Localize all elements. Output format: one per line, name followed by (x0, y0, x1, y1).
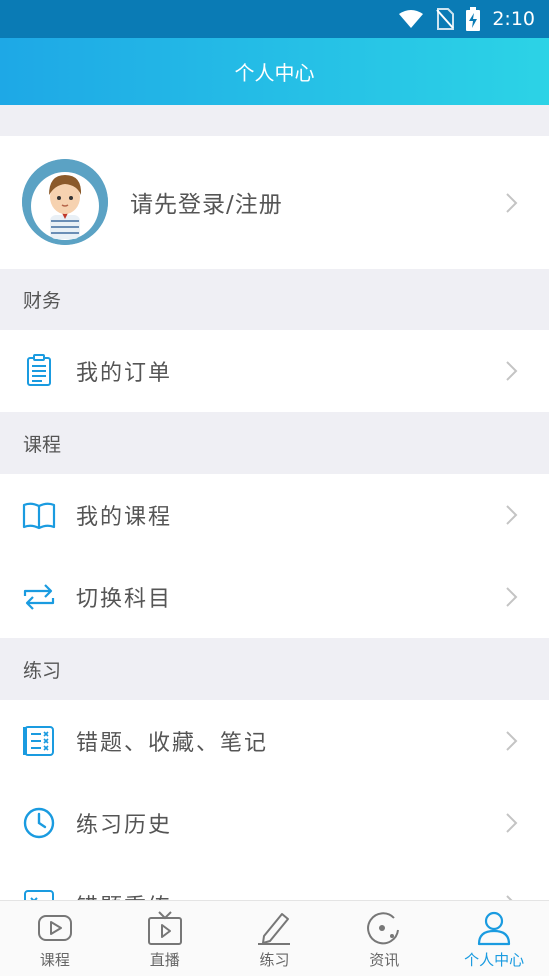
scroll-content[interactable]: 请先登录/注册 财务 我的订单 课程 我的课程 切换科目 练习 错题、收藏、笔记… (0, 105, 549, 900)
open-book-icon (22, 502, 56, 530)
wifi-icon (399, 10, 424, 28)
status-bar: 2:10 (0, 0, 549, 38)
menu-item-label: 练习历史 (76, 813, 173, 838)
section-header-finance: 财务 (0, 269, 549, 329)
section-header-course: 课程 (0, 413, 549, 473)
tab-label: 课程 (39, 951, 70, 969)
retry-icon (24, 890, 54, 900)
tab-courses[interactable]: 课程 (0, 901, 110, 976)
menu-item-practice-history[interactable]: 练习历史 (0, 782, 549, 864)
menu-item-my-courses[interactable]: 我的课程 (0, 474, 549, 556)
chevron-right-icon (506, 813, 518, 833)
avatar (22, 159, 108, 245)
switch-arrows-icon (23, 584, 55, 610)
clock-time: 2:10 (492, 8, 535, 30)
person-icon (477, 911, 511, 946)
video-play-icon (37, 915, 72, 941)
chevron-right-icon (506, 587, 518, 607)
news-disc-icon (367, 912, 400, 945)
section-header-practice: 练习 (0, 639, 549, 699)
clipboard-icon (27, 354, 51, 386)
section-title: 课程 (23, 433, 62, 456)
tab-label: 直播 (149, 951, 180, 969)
battery-charging-icon (466, 7, 481, 31)
tv-live-icon (147, 911, 182, 945)
menu-item-label: 切换科目 (76, 587, 173, 612)
menu-item-label: 我的订单 (76, 361, 173, 386)
checklist-icon (23, 726, 54, 756)
menu-item-label: 我的课程 (76, 505, 173, 530)
menu-item-mistakes-favorites-notes[interactable]: 错题、收藏、笔记 (0, 700, 549, 782)
tab-profile[interactable]: 个人中心 (439, 901, 549, 976)
pencil-icon (258, 913, 291, 945)
clock-icon (23, 807, 55, 839)
tab-label: 练习 (259, 951, 290, 969)
boy-avatar-icon (22, 159, 108, 245)
menu-item-retry-mistakes[interactable]: 错题重练 (0, 864, 549, 900)
menu-item-label: 错题、收藏、笔记 (76, 731, 269, 756)
tab-label: 资讯 (369, 951, 400, 969)
chevron-right-icon (506, 731, 518, 751)
tab-news[interactable]: 资讯 (329, 901, 439, 976)
section-title: 练习 (23, 659, 62, 682)
tab-live[interactable]: 直播 (110, 901, 220, 976)
chevron-right-icon (506, 193, 518, 213)
no-sim-icon (436, 8, 455, 30)
chevron-right-icon (506, 361, 518, 381)
page-title: 个人中心 (234, 61, 315, 85)
menu-item-switch-subject[interactable]: 切换科目 (0, 556, 549, 638)
tab-practice[interactable]: 练习 (220, 901, 330, 976)
section-title: 财务 (23, 289, 62, 312)
login-register-link[interactable]: 请先登录/注册 (130, 185, 283, 219)
menu-item-my-orders[interactable]: 我的订单 (0, 330, 549, 412)
login-row[interactable]: 请先登录/注册 (0, 136, 549, 269)
menu-item-label: 错题重练 (76, 889, 172, 900)
bottom-tab-bar: 课程 直播 练习 资讯 个人中心 (0, 900, 549, 976)
tab-label: 个人中心 (464, 951, 525, 969)
chevron-right-icon (506, 505, 518, 525)
title-bar: 个人中心 (0, 38, 549, 105)
